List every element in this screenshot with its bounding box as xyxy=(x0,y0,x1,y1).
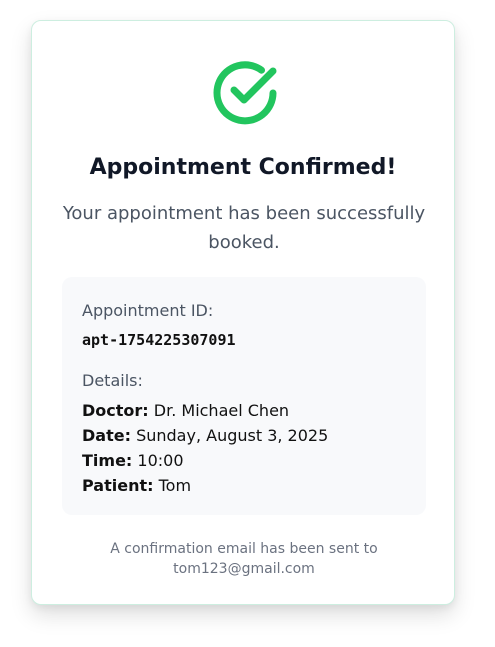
detail-value: Sunday, August 3, 2025 xyxy=(136,426,329,445)
email-address: tom123@gmail.com xyxy=(173,561,315,577)
detail-value: Tom xyxy=(158,476,192,495)
detail-row-time: Time: 10:00 xyxy=(82,451,184,470)
appointment-id-label: Appointment ID: xyxy=(82,301,214,320)
page-title: Appointment Confirmed! xyxy=(89,155,397,180)
detail-label: Patient: xyxy=(82,476,154,495)
appointment-info-box: Appointment ID: apt-1754225307091 Detail… xyxy=(62,277,426,515)
detail-row-patient: Patient: Tom xyxy=(82,476,191,495)
detail-row-date: Date: Sunday, August 3, 2025 xyxy=(82,426,328,445)
detail-label: Doctor: xyxy=(82,401,149,420)
detail-row-doctor: Doctor: Dr. Michael Chen xyxy=(82,401,289,420)
detail-value: Dr. Michael Chen xyxy=(153,401,290,420)
detail-label: Time: xyxy=(82,451,133,470)
confirmation-card: Appointment Confirmed! Your appointment … xyxy=(31,20,455,605)
confirmation-subtitle: Your appointment has been successfully b… xyxy=(62,203,426,253)
email-note-text: A confirmation email has been sent to xyxy=(110,541,378,557)
detail-value: 10:00 xyxy=(137,451,184,470)
appointment-id-value: apt-1754225307091 xyxy=(82,331,236,349)
details-label: Details: xyxy=(82,371,143,390)
detail-label: Date: xyxy=(82,426,131,445)
check-circle-icon xyxy=(213,61,277,125)
confirmation-email-note: A confirmation email has been sent to to… xyxy=(92,539,396,579)
